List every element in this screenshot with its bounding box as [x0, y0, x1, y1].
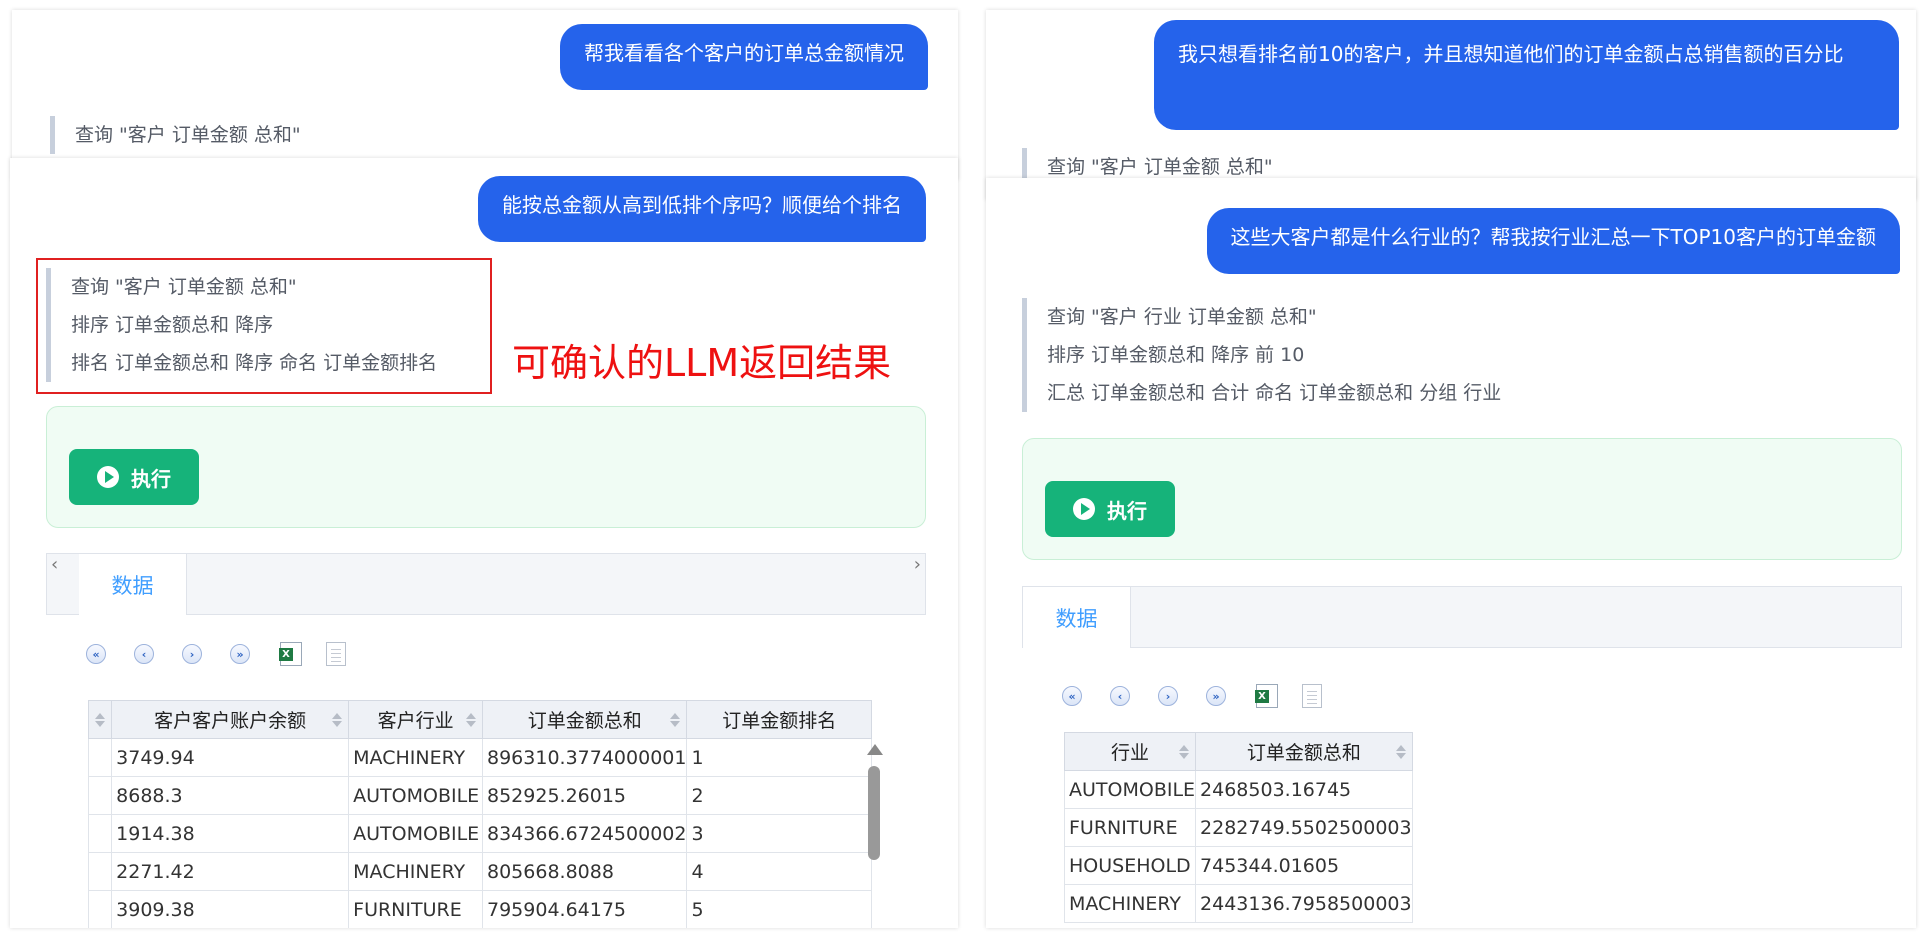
tab-scroll-left-icon[interactable]: ‹ — [51, 554, 58, 575]
scroll-thumb[interactable] — [868, 766, 880, 860]
column-header[interactable]: 订单金额总和 — [481, 700, 688, 739]
prev-page-icon[interactable]: ‹ — [134, 644, 154, 664]
next-page-icon[interactable]: › — [182, 644, 202, 664]
left-user-message: 能按总金额从高到低排个序吗？顺便给个排名 — [478, 176, 926, 242]
first-page-icon[interactable]: « — [1062, 686, 1082, 706]
prev-page-icon[interactable]: ‹ — [1110, 686, 1130, 706]
left-top-query: 查询 "客户 订单金额 总和" — [50, 116, 301, 154]
left-execute-button[interactable]: 执行 — [69, 449, 199, 505]
play-icon — [97, 466, 119, 488]
left-tabs-bar: ‹ 数据 › — [46, 553, 926, 615]
table-row[interactable]: 8688.3 AUTOMOBILE 852925.26015 2 — [87, 776, 872, 815]
column-header-select — [87, 700, 113, 739]
left-tab-data[interactable]: 数据 — [79, 554, 187, 615]
right-front-panel: 这些大客户都是什么行业的？帮我按行业汇总一下TOP10客户的订单金额 查询 "客… — [986, 178, 1916, 928]
left-back-panel: 帮我看看各个客户的订单总金额情况 查询 "客户 订单金额 总和" — [12, 10, 958, 180]
column-header[interactable]: 行业 — [1063, 732, 1197, 771]
table-row[interactable]: AUTOMOBILE 2468503.16745 — [1063, 770, 1413, 809]
left-top-user-message: 帮我看看各个客户的订单总金额情况 — [560, 24, 928, 90]
column-header[interactable]: 客户客户账户余额 — [111, 700, 350, 739]
annotation-label: 可确认的LLM返回结果 — [512, 341, 892, 385]
tab-scroll-right-icon[interactable]: › — [914, 554, 921, 575]
left-data-table: 客户客户账户余额 客户行业 订单金额总和 订单金额排名 3749.94 MACHI… — [87, 700, 872, 928]
document-export-icon[interactable] — [1302, 684, 1322, 708]
right-data-table: 行业 订单金额总和 AUTOMOBILE 2468503.16745 FURNIT… — [1063, 732, 1413, 923]
document-export-icon[interactable] — [326, 642, 346, 666]
right-execute-area: 执行 — [1022, 438, 1902, 560]
table-scrollbar[interactable] — [867, 744, 883, 924]
right-back-panel: 我只想看排名前10的客户，并且想知道他们的订单金额占总销售额的百分比 查询 "客… — [986, 10, 1916, 200]
play-icon — [1073, 498, 1095, 520]
right-tab-data[interactable]: 数据 — [1023, 587, 1131, 648]
right-llm-result: 查询 "客户 行业 订单金额 总和" 排序 订单金额总和 降序 前 10 汇总 … — [1022, 298, 1501, 412]
table-row[interactable]: HOUSEHOLD 745344.01605 — [1063, 846, 1413, 885]
last-page-icon[interactable]: » — [1206, 686, 1226, 706]
table-header-row: 客户客户账户余额 客户行业 订单金额总和 订单金额排名 — [87, 700, 872, 739]
table-row[interactable]: 2271.42 MACHINERY 805668.8088 4 — [87, 852, 872, 891]
next-page-icon[interactable]: › — [1158, 686, 1178, 706]
first-page-icon[interactable]: « — [86, 644, 106, 664]
table-row[interactable]: FURNITURE 2282749.5502500003 — [1063, 808, 1413, 847]
left-execute-area: 执行 — [46, 406, 926, 528]
table-row[interactable]: 1914.38 AUTOMOBILE 834366.6724500002 3 — [87, 814, 872, 853]
right-user-message: 这些大客户都是什么行业的？帮我按行业汇总一下TOP10客户的订单金额 — [1206, 208, 1900, 274]
column-header[interactable]: 订单金额总和 — [1195, 732, 1413, 771]
column-header[interactable]: 客户行业 — [348, 700, 483, 739]
excel-export-icon[interactable] — [279, 642, 302, 666]
table-header-row: 行业 订单金额总和 — [1063, 732, 1413, 771]
scroll-up-icon[interactable] — [867, 744, 883, 755]
table-row[interactable]: 3909.38 FURNITURE 795904.64175 5 — [87, 890, 872, 928]
llm-result-highlight — [36, 258, 492, 394]
excel-export-icon[interactable] — [1255, 684, 1278, 708]
right-execute-button[interactable]: 执行 — [1045, 481, 1175, 537]
column-header[interactable]: 订单金额排名 — [686, 700, 872, 739]
last-page-icon[interactable]: » — [230, 644, 250, 664]
table-row[interactable]: 3749.94 MACHINERY 896310.3774000001 1 — [87, 738, 872, 777]
table-row[interactable]: MACHINERY 2443136.7958500003 — [1063, 884, 1413, 923]
right-tabs-bar: 数据 — [1022, 586, 1902, 648]
right-top-user-message: 我只想看排名前10的客户，并且想知道他们的订单金额占总销售额的百分比 — [1154, 20, 1899, 130]
